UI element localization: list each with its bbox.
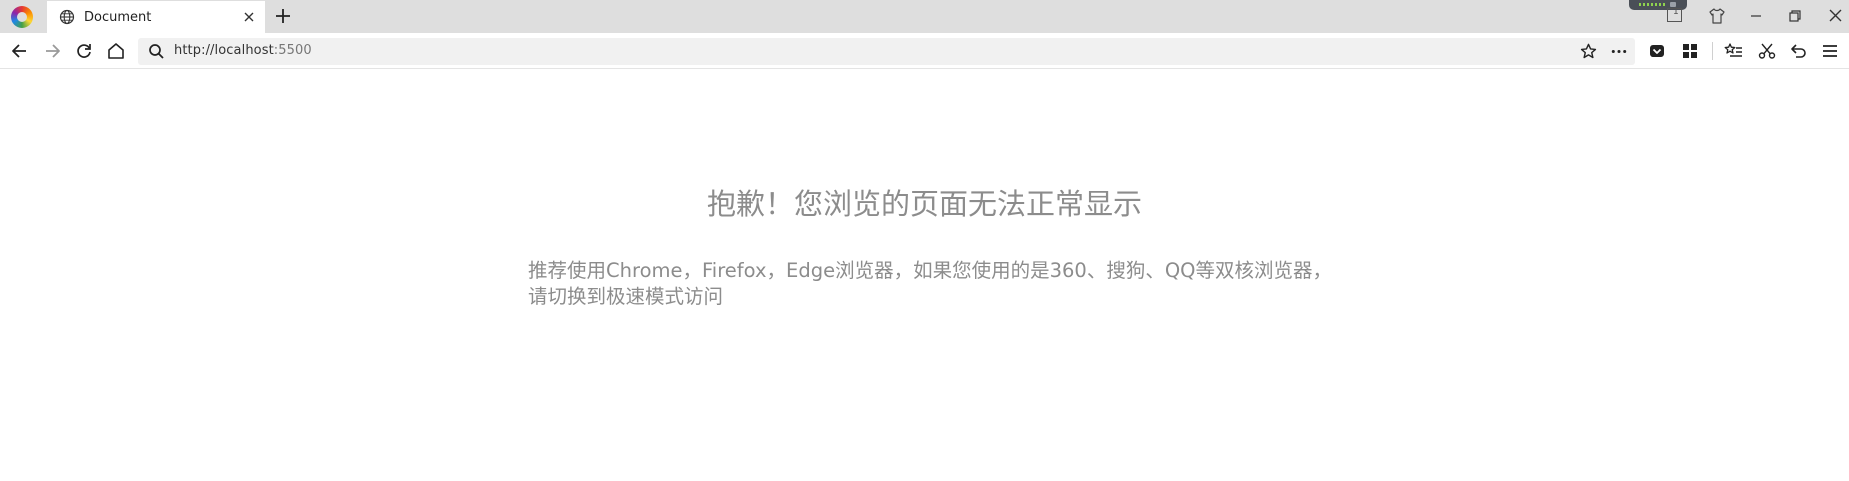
address-bar[interactable]: http://localhost:5500 [138, 38, 1635, 65]
minimize-icon[interactable] [1747, 7, 1765, 25]
page-heading: 抱歉！您浏览的页面无法正常显示 [706, 187, 1142, 221]
url-host: http://localhost [174, 43, 274, 58]
back-icon[interactable] [10, 41, 30, 61]
extensions-icon[interactable] [1680, 41, 1700, 61]
browser-logo-icon[interactable] [11, 6, 33, 28]
search-icon [149, 44, 164, 59]
bookmarks-list-icon[interactable] [1724, 41, 1744, 61]
star-icon[interactable] [1579, 42, 1598, 61]
url-text[interactable]: http://localhost:5500 [174, 43, 312, 58]
tab-document[interactable]: Document [47, 1, 265, 33]
url-port: :5500 [273, 43, 312, 58]
tab-title: Document [84, 9, 152, 25]
skin-icon[interactable] [1708, 7, 1726, 25]
forward-icon[interactable] [42, 41, 62, 61]
pocket-icon[interactable] [1647, 41, 1667, 61]
restore-icon[interactable] [1786, 7, 1804, 25]
scissors-icon[interactable] [1757, 41, 1777, 61]
message-line-2: 请切换到极速模式访问 [528, 285, 724, 308]
home-icon[interactable] [106, 41, 126, 61]
close-tab-icon[interactable] [241, 9, 257, 25]
tray-badge: 1 [1673, 7, 1679, 17]
page-content: 抱歉！您浏览的页面无法正常显示 推荐使用Chrome，Firefox，Edge浏… [0, 69, 1849, 480]
toolbar-separator [1712, 42, 1713, 60]
message-line-1: 推荐使用Chrome，Firefox，Edge浏览器，如果您使用的是360、搜狗… [528, 259, 1333, 282]
more-icon[interactable] [1609, 42, 1629, 61]
globe-icon [59, 9, 75, 25]
tab-bar: Document 1 [0, 0, 1849, 33]
close-icon[interactable] [1826, 6, 1845, 25]
navigation-toolbar: http://localhost:5500 [0, 33, 1849, 69]
plus-icon[interactable] [274, 7, 292, 25]
menu-icon[interactable] [1820, 41, 1840, 61]
reload-icon[interactable] [74, 41, 94, 61]
tray-square-icon[interactable]: 1 [1667, 7, 1682, 22]
undo-icon[interactable] [1789, 41, 1809, 61]
browser-recommendation-message: 推荐使用Chrome，Firefox，Edge浏览器，如果您使用的是360、搜狗… [528, 258, 1348, 310]
